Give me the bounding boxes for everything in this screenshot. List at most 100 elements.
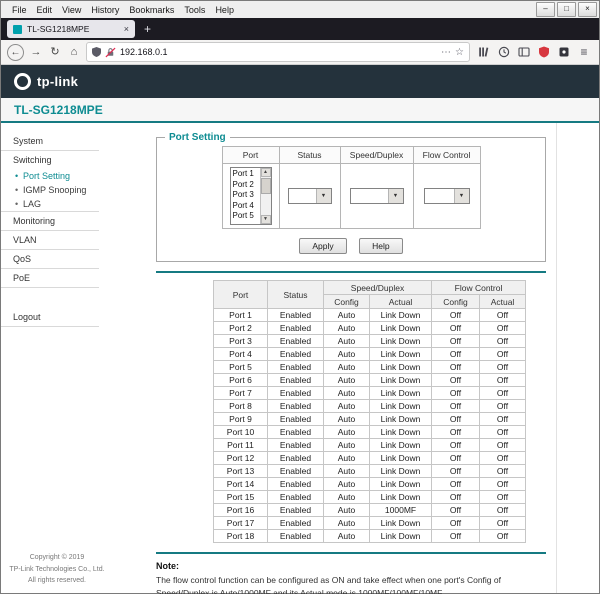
table-cell: Off [480, 465, 526, 478]
table-row: Port 15EnabledAutoLink DownOffOff [214, 491, 526, 504]
tplink-logo-icon [14, 73, 31, 90]
table-cell: Auto [324, 361, 370, 374]
table-row: Port 5EnabledAutoLink DownOffOff [214, 361, 526, 374]
apply-button[interactable]: Apply [299, 238, 346, 254]
sidebar-item-switching[interactable]: Switching [1, 151, 99, 169]
bookmark-star-icon[interactable]: ☆ [455, 47, 464, 58]
status-select[interactable]: ▼ [288, 188, 332, 204]
forward-button[interactable]: → [29, 47, 43, 58]
main-content: Port Setting Port Status Speed/Duplex Fl… [113, 123, 557, 593]
url-text[interactable]: 192.168.0.1 [120, 47, 437, 57]
insecure-lock-icon[interactable] [105, 47, 116, 58]
status-header-flow-control: Flow Control [432, 281, 526, 295]
listbox-option[interactable]: Port 1 [231, 169, 260, 180]
menu-icon[interactable]: ≡ [577, 45, 591, 59]
table-cell: Enabled [268, 504, 324, 517]
table-cell: Auto [324, 478, 370, 491]
adblock-icon[interactable] [537, 45, 551, 59]
help-button[interactable]: Help [359, 238, 402, 254]
table-cell: Enabled [268, 491, 324, 504]
chevron-down-icon[interactable]: ▼ [316, 189, 331, 203]
history-icon[interactable] [497, 45, 511, 59]
table-cell: Link Down [370, 413, 432, 426]
scroll-up-icon[interactable]: ▲ [261, 168, 271, 177]
page-actions-icon[interactable]: ⋯ [441, 47, 451, 58]
status-table-body: Port 1EnabledAutoLink DownOffOffPort 2En… [214, 309, 526, 543]
chevron-down-icon[interactable]: ▼ [388, 189, 403, 203]
menu-bookmarks[interactable]: Bookmarks [124, 5, 179, 15]
listbox-option[interactable]: Port 3 [231, 190, 260, 201]
listbox-option[interactable]: Port 5 [231, 211, 260, 222]
note-section: Note: The flow control function can be c… [156, 561, 546, 594]
table-cell: Link Down [370, 335, 432, 348]
browser-tab[interactable]: TL-SG1218MPE × [7, 20, 135, 38]
table-cell: Enabled [268, 361, 324, 374]
close-button[interactable]: × [578, 2, 597, 17]
status-header-status: Status [268, 281, 324, 309]
status-header-port: Port [214, 281, 268, 309]
sidebar-item-poe[interactable]: PoE [1, 269, 99, 288]
listbox-option[interactable]: Port 4 [231, 201, 260, 212]
flow-control-select[interactable]: ▼ [424, 188, 470, 204]
cfg-header-port: Port [222, 147, 279, 164]
sidebar-item-logout[interactable]: Logout [1, 308, 99, 327]
sidebar-item-system[interactable]: System [1, 132, 99, 151]
listbox-scrollbar[interactable]: ▲ ▼ [260, 168, 271, 224]
navigation-bar: ← → ↻ ⌂ 192.168.0.1 ⋯ ☆ ≡ [1, 40, 599, 65]
table-cell: Auto [324, 335, 370, 348]
sidebar-item-vlan[interactable]: VLAN [1, 231, 99, 250]
table-cell: Off [480, 400, 526, 413]
table-cell: Off [480, 322, 526, 335]
menu-help[interactable]: Help [210, 5, 239, 15]
menu-edit[interactable]: Edit [32, 5, 58, 15]
table-cell: Link Down [370, 439, 432, 452]
table-cell: Auto [324, 491, 370, 504]
table-cell: Auto [324, 530, 370, 543]
button-row: Apply Help [157, 236, 545, 254]
listbox-option[interactable]: Port 2 [231, 180, 260, 191]
port-listbox[interactable]: Port 1Port 2Port 3Port 4Port 5 ▲ ▼ [230, 167, 272, 225]
sidebar-item-lag[interactable]: LAG [1, 197, 99, 212]
menu-tools[interactable]: Tools [179, 5, 210, 15]
reload-button[interactable]: ↻ [48, 47, 62, 58]
speed-duplex-select[interactable]: ▼ [350, 188, 404, 204]
port-config-table: Port Status Speed/Duplex Flow Control Po [222, 146, 481, 229]
menu-view[interactable]: View [57, 5, 86, 15]
home-button[interactable]: ⌂ [67, 47, 81, 58]
sidebar-item-port-setting[interactable]: Port Setting [1, 169, 99, 183]
chevron-down-icon[interactable]: ▼ [454, 189, 469, 203]
extension-icon[interactable] [557, 45, 571, 59]
scrollbar-thumb[interactable] [261, 178, 271, 194]
menu-file[interactable]: File [7, 5, 32, 15]
minimize-button[interactable]: – [536, 2, 555, 17]
table-cell: Link Down [370, 491, 432, 504]
table-cell: Off [432, 491, 480, 504]
new-tab-button[interactable]: + [135, 22, 160, 36]
menu-history[interactable]: History [86, 5, 124, 15]
table-cell: Off [480, 335, 526, 348]
table-cell: Auto [324, 439, 370, 452]
tracking-shield-icon[interactable] [92, 47, 101, 57]
sidebar-toggle-icon[interactable] [517, 45, 531, 59]
table-cell: Off [480, 439, 526, 452]
library-icon[interactable] [477, 45, 491, 59]
tab-close-icon[interactable]: × [124, 24, 129, 34]
table-cell: Enabled [268, 478, 324, 491]
table-cell: Enabled [268, 374, 324, 387]
subheader-config: Config [432, 295, 480, 309]
table-cell: Port 5 [214, 361, 268, 374]
back-button[interactable]: ← [7, 44, 24, 61]
table-cell: Port 8 [214, 400, 268, 413]
maximize-button[interactable]: □ [557, 2, 576, 17]
address-bar[interactable]: 192.168.0.1 ⋯ ☆ [86, 42, 470, 62]
sidebar-item-monitoring[interactable]: Monitoring [1, 212, 99, 231]
table-cell: Link Down [370, 465, 432, 478]
table-cell: Off [432, 439, 480, 452]
table-row: Port 14EnabledAutoLink DownOffOff [214, 478, 526, 491]
scroll-down-icon[interactable]: ▼ [261, 215, 271, 224]
table-cell: Link Down [370, 478, 432, 491]
sidebar-item-igmp-snooping[interactable]: IGMP Snooping [1, 183, 99, 197]
status-select-value [289, 189, 316, 203]
sidebar-item-qos[interactable]: QoS [1, 250, 99, 269]
scrollbar-track[interactable] [261, 177, 271, 215]
